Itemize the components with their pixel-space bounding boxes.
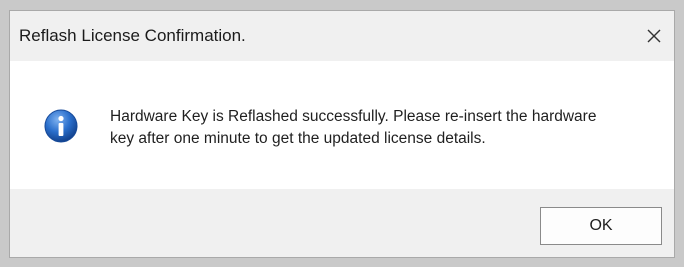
- message-text: Hardware Key is Reflashed successfully. …: [110, 106, 660, 150]
- button-bar: OK: [10, 189, 674, 257]
- message-line-2: key after one minute to get the updated …: [110, 130, 486, 147]
- dialog-content: Hardware Key is Reflashed successfully. …: [10, 61, 674, 191]
- close-icon: [647, 29, 661, 43]
- message-dialog: Reflash License Confirmation. Hardware K…: [9, 10, 675, 258]
- close-button[interactable]: [634, 11, 674, 61]
- message-line-1: Hardware Key is Reflashed successfully. …: [110, 108, 597, 125]
- ok-button[interactable]: OK: [540, 207, 662, 245]
- window-title: Reflash License Confirmation.: [19, 26, 246, 45]
- info-icon: [44, 109, 78, 143]
- title-bar[interactable]: Reflash License Confirmation.: [10, 11, 674, 61]
